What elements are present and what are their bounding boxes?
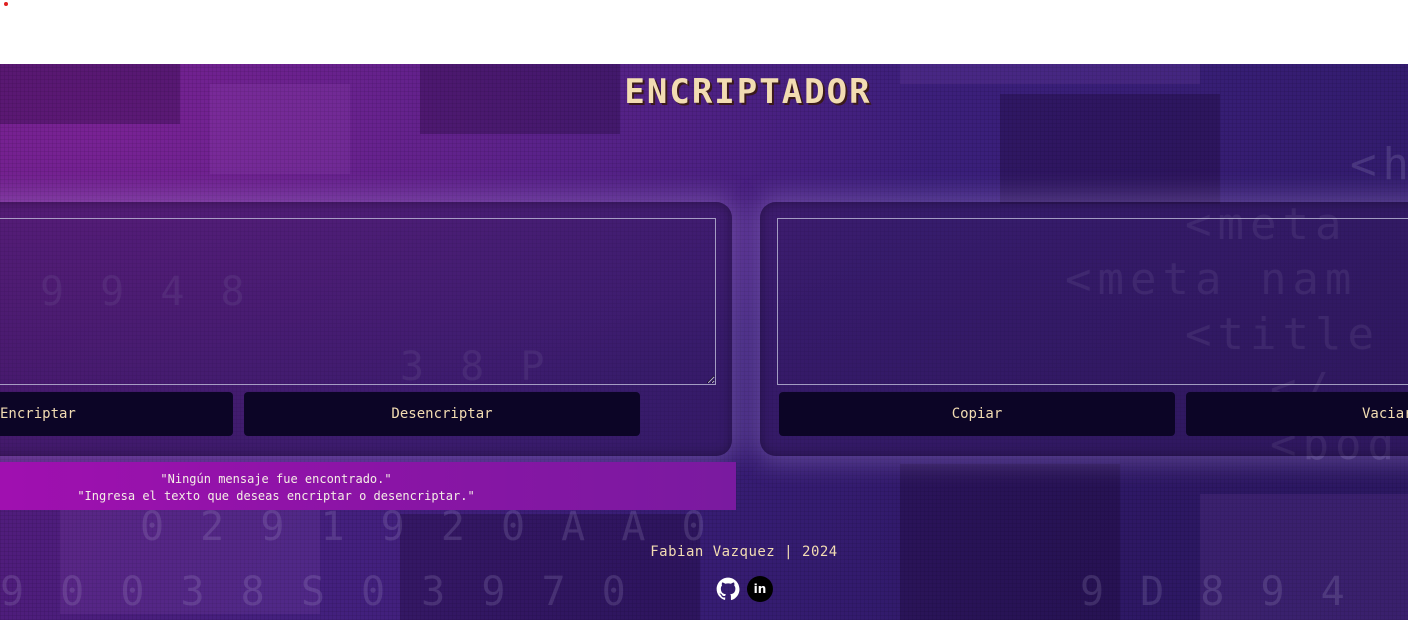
clear-button[interactable]: Vaciar bbox=[1186, 392, 1408, 436]
linkedin-icon: in bbox=[753, 582, 767, 596]
page-title: ENCRIPTADOR bbox=[624, 72, 872, 112]
encrypt-button[interactable]: Encriptar bbox=[0, 392, 233, 436]
linkedin-link[interactable]: in bbox=[747, 576, 773, 602]
input-textarea[interactable] bbox=[0, 218, 716, 385]
github-link[interactable] bbox=[715, 576, 741, 602]
github-icon bbox=[715, 576, 741, 602]
footer-credit: Fabian Vazquez | 2024 bbox=[650, 544, 838, 560]
empty-message-line-2: "Ingresa el texto que deseas encriptar o… bbox=[77, 489, 475, 503]
output-textarea[interactable] bbox=[777, 218, 1408, 385]
copy-button[interactable]: Copiar bbox=[779, 392, 1175, 436]
app-content: ENCRIPTADOR Encriptar Desencriptar Copia… bbox=[0, 64, 1408, 620]
encrypt-button-label: Encriptar bbox=[0, 406, 76, 422]
empty-message-line-1: "Ningún mensaje fue encontrado." bbox=[160, 472, 392, 486]
decrypt-button[interactable]: Desencriptar bbox=[244, 392, 640, 436]
corner-dot bbox=[4, 2, 8, 6]
